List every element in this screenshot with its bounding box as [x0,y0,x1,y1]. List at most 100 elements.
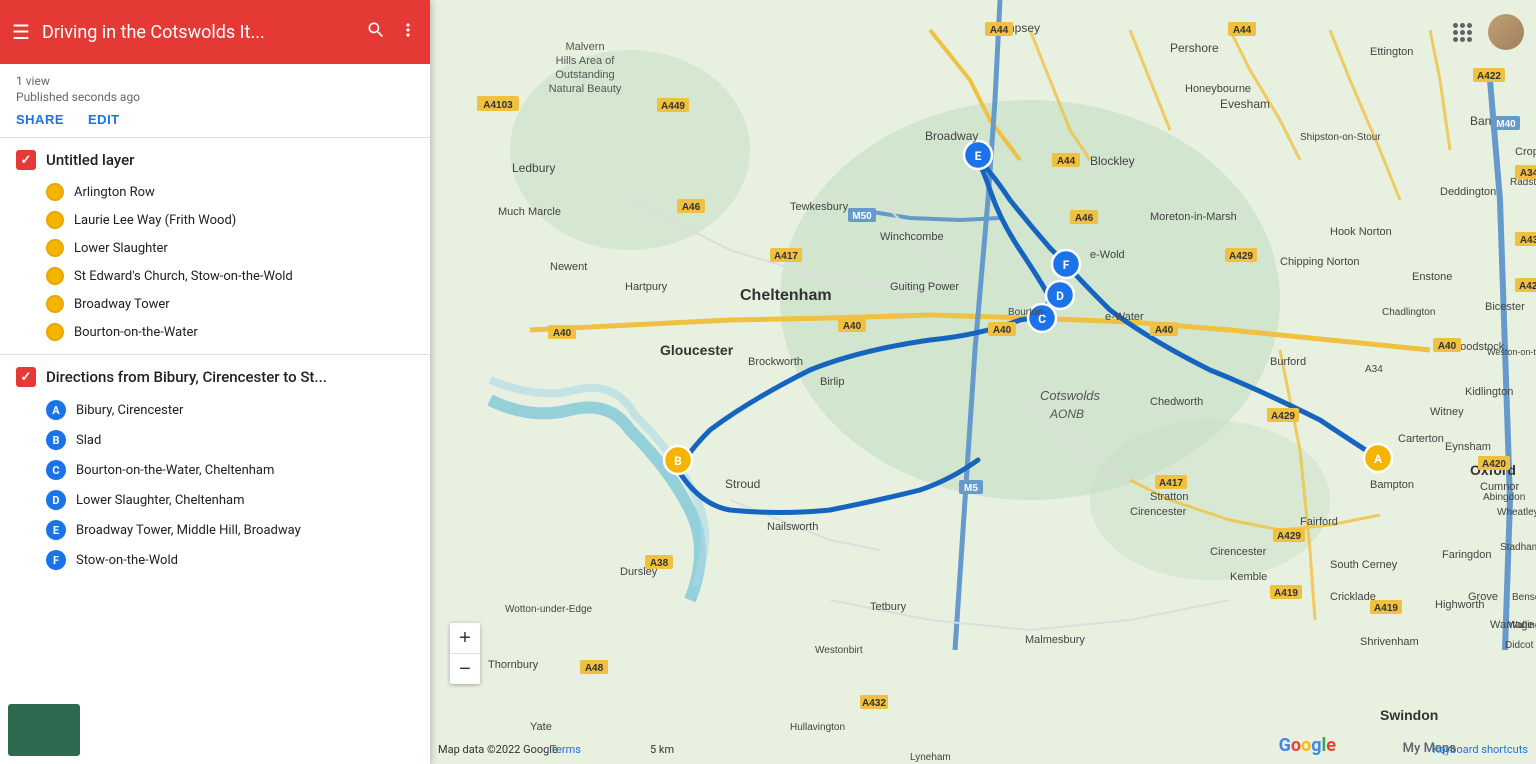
svg-text:A40: A40 [553,328,572,339]
svg-text:South Cerney: South Cerney [1330,559,1398,571]
svg-text:Shrivenham: Shrivenham [1360,636,1419,648]
svg-text:Outstanding: Outstanding [555,69,614,81]
more-options-icon[interactable] [398,20,418,45]
svg-text:Much Marcle: Much Marcle [498,206,561,218]
waypoint-badge-c: C [46,460,66,480]
directions-section: Directions from Bibury, Cirencester to S… [0,355,430,583]
svg-text:Grove: Grove [1468,591,1498,603]
waypoint-name: Broadway Tower, Middle Hill, Broadway [76,523,301,538]
svg-text:Broadway: Broadway [925,129,978,143]
list-item[interactable]: Bourton-on-the-Water [16,318,414,346]
svg-text:A432: A432 [862,698,886,709]
list-item[interactable]: St Edward's Church, Stow-on-the-Wold [16,262,414,290]
scale-bar: 5 km [650,743,674,756]
svg-text:Moreton-in-Marsh: Moreton-in-Marsh [1150,211,1237,223]
terms-link[interactable]: Terms [550,743,581,756]
svg-text:A40: A40 [1155,325,1174,336]
svg-text:A429: A429 [1271,411,1295,422]
list-item[interactable]: B Slad [16,425,414,455]
place-name: Lower Slaughter [74,241,168,256]
place-marker-icon [46,323,64,341]
svg-text:Ledbury: Ledbury [512,161,555,175]
place-marker-icon [46,295,64,313]
svg-text:M50: M50 [852,211,872,222]
apps-icon[interactable] [1453,23,1472,42]
svg-text:A46: A46 [682,202,701,213]
list-item[interactable]: C Bourton-on-the-Water, Cheltenham [16,455,414,485]
svg-text:Stadhampton: Stadhampton [1500,542,1536,553]
svg-text:Cirencester: Cirencester [1130,506,1187,518]
svg-text:Stratton: Stratton [1150,491,1189,503]
svg-text:Wotton-under-Edge: Wotton-under-Edge [505,604,593,615]
svg-text:e-Wold: e-Wold [1090,249,1125,261]
layer-checkbox[interactable] [16,150,36,170]
layer-title: Untitled layer [46,151,134,169]
map-area[interactable]: A B C D E F Cheltenham Gloucester Cotswo… [430,0,1536,764]
avatar[interactable] [1488,14,1524,50]
place-name: Broadway Tower [74,297,170,312]
svg-text:M5: M5 [964,483,978,494]
svg-text:Hartpury: Hartpury [625,281,668,293]
search-icon[interactable] [366,20,386,45]
page-title: Driving in the Cotswolds It... [42,22,354,43]
waypoint-badge-b: B [46,430,66,450]
map-thumbnail[interactable] [8,704,80,756]
svg-text:Honeybourne: Honeybourne [1185,83,1251,95]
svg-text:A40: A40 [993,325,1012,336]
list-item[interactable]: D Lower Slaughter, Cheltenham [16,485,414,515]
svg-text:A46: A46 [1075,213,1094,224]
svg-text:A419: A419 [1274,588,1298,599]
svg-text:Didcot: Didcot [1505,640,1534,651]
svg-text:Bicester: Bicester [1485,301,1525,313]
svg-text:E: E [975,149,982,163]
layer-section: Untitled layer Arlington Row Laurie Lee … [0,138,430,355]
keyboard-shortcuts-link[interactable]: Keyboard shortcuts [1433,743,1528,756]
svg-text:F: F [1063,258,1070,272]
list-item[interactable]: A Bibury, Cirencester [16,395,414,425]
waypoint-badge-a: A [46,400,66,420]
svg-text:Guiting Power: Guiting Power [890,281,959,293]
svg-text:A4103: A4103 [483,100,513,111]
svg-text:A43: A43 [1520,235,1536,246]
list-item[interactable]: F Stow-on-the-Wold [16,545,414,575]
svg-text:Lyneham: Lyneham [910,752,951,763]
svg-text:Winchcombe: Winchcombe [880,231,944,243]
waypoint-name: Bourton-on-the-Water, Cheltenham [76,463,274,478]
svg-text:Natural Beauty: Natural Beauty [549,83,622,95]
directions-checkbox[interactable] [16,367,36,387]
svg-text:Brockworth: Brockworth [748,356,803,368]
view-count: 1 view [16,74,414,88]
zoom-controls: + − [450,623,480,684]
share-button[interactable]: SHARE [16,112,64,127]
place-marker-icon [46,239,64,257]
svg-text:Wallingford: Wallingford [1508,620,1536,631]
svg-text:Hills Area of: Hills Area of [556,55,616,67]
list-item[interactable]: Arlington Row [16,178,414,206]
map-svg: A B C D E F Cheltenham Gloucester Cotswo… [430,0,1536,764]
svg-text:A40: A40 [843,321,862,332]
svg-text:Benson: Benson [1512,592,1536,603]
svg-text:Kidlington: Kidlington [1465,386,1513,398]
svg-text:A38: A38 [650,558,669,569]
svg-text:Chadlington: Chadlington [1382,307,1435,318]
svg-text:Kemble: Kemble [1230,571,1267,583]
list-item[interactable]: Laurie Lee Way (Frith Wood) [16,206,414,234]
svg-text:A40: A40 [1438,341,1457,352]
list-item[interactable]: Lower Slaughter [16,234,414,262]
svg-text:Blockley: Blockley [1090,154,1135,168]
svg-text:Burford: Burford [1270,356,1306,368]
list-item[interactable]: Broadway Tower [16,290,414,318]
menu-icon[interactable]: ☰ [12,20,30,44]
svg-text:AONB: AONB [1049,407,1084,421]
svg-text:A449: A449 [661,101,685,112]
svg-text:Fairford: Fairford [1300,516,1338,528]
waypoint-name: Bibury, Cirencester [76,403,183,418]
svg-text:Wheatley: Wheatley [1497,507,1536,518]
layer-header: Untitled layer [16,150,414,170]
svg-text:Swindon: Swindon [1380,707,1438,723]
svg-text:Chedworth: Chedworth [1150,396,1203,408]
edit-button[interactable]: EDIT [88,112,120,127]
zoom-in-button[interactable]: + [450,623,480,653]
zoom-out-button[interactable]: − [450,654,480,684]
list-item[interactable]: E Broadway Tower, Middle Hill, Broadway [16,515,414,545]
